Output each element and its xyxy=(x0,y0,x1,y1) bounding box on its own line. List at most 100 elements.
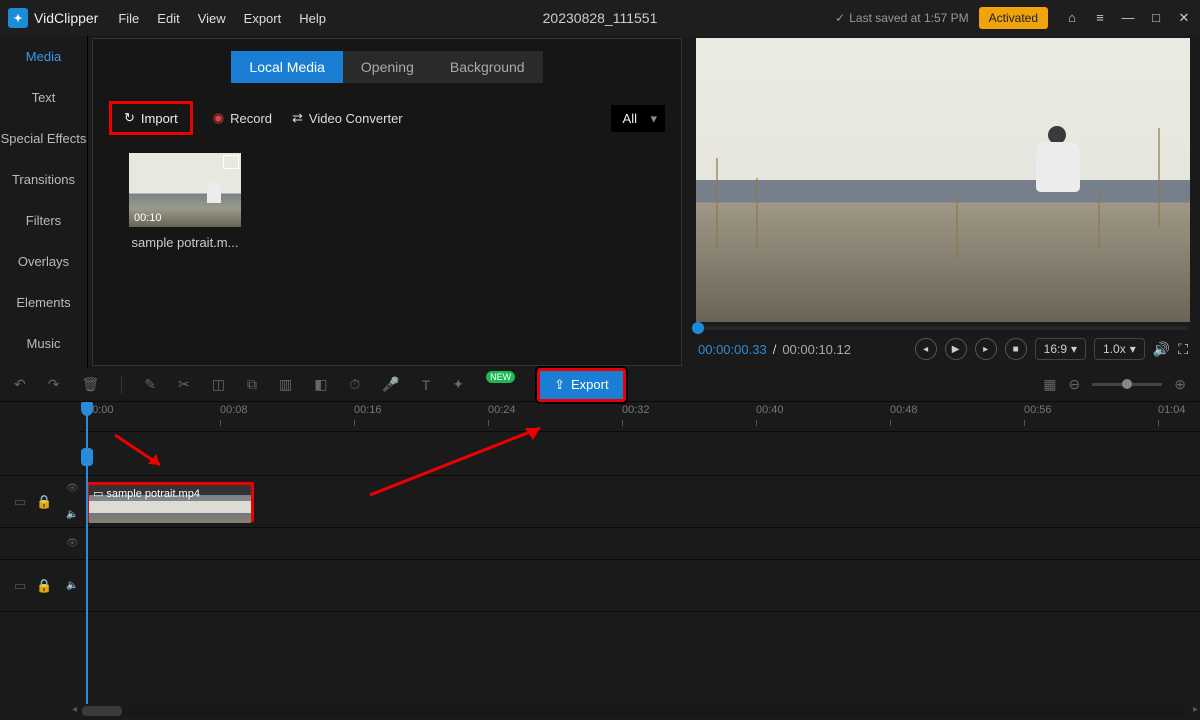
converter-button[interactable]: ⇄ Video Converter xyxy=(292,110,403,126)
speed-icon[interactable]: ⏱ xyxy=(349,376,360,393)
timeline-area: ↶ ↷ 🗑 ✎ ✂ ◫ ⧉ ▥ ◧ ⏱ 🎤 T ✦ NEW ⇪ Export ▦… xyxy=(0,368,1200,692)
sidebar-item-effects[interactable]: Special Effects xyxy=(0,118,87,159)
ruler-tick: 00:40 xyxy=(756,404,784,416)
layers-icon[interactable]: ▥ xyxy=(279,376,292,393)
clip-filename: sample potrait.mp4 xyxy=(106,488,200,500)
sidebar-item-filters[interactable]: Filters xyxy=(0,200,87,241)
snapshot-icon[interactable]: ▦ xyxy=(1043,376,1056,393)
menu-help[interactable]: Help xyxy=(299,11,326,26)
horizontal-scrollbar[interactable] xyxy=(82,706,1188,716)
copy-icon[interactable]: ⧉ xyxy=(247,376,257,393)
sidebar-item-elements[interactable]: Elements xyxy=(0,282,87,323)
timeline-clip[interactable]: ▭sample potrait.mp4 xyxy=(86,482,254,522)
new-badge: NEW xyxy=(486,371,515,383)
record-icon: ◉ xyxy=(213,110,224,126)
track-spacer-2: 👁 xyxy=(0,528,1200,560)
media-filename: sample potrait.m... xyxy=(129,235,241,250)
menu-export[interactable]: Export xyxy=(244,11,282,26)
project-title: 20230828_111551 xyxy=(543,10,658,26)
timeline-toolbar: ↶ ↷ 🗑 ✎ ✂ ◫ ⧉ ▥ ◧ ⏱ 🎤 T ✦ NEW ⇪ Export ▦… xyxy=(0,368,1200,402)
media-thumbnail: 00:10 xyxy=(129,153,241,227)
tab-opening[interactable]: Opening xyxy=(343,51,432,83)
import-button[interactable]: ↻ Import xyxy=(109,101,193,135)
tab-background[interactable]: Background xyxy=(432,51,543,83)
visibility-icon[interactable]: 👁 xyxy=(66,538,79,549)
zoom-out-icon[interactable]: ⊖ xyxy=(1069,376,1081,393)
sidebar-item-transitions[interactable]: Transitions xyxy=(0,159,87,200)
export-button[interactable]: ⇪ Export xyxy=(537,368,625,402)
timeline-ruler[interactable]: 00:00 00:08 00:16 00:24 00:32 00:40 00:4… xyxy=(80,402,1200,432)
mute-icon[interactable]: 🔈 xyxy=(66,509,79,520)
edit-icon[interactable]: ✎ xyxy=(144,376,156,393)
redo-icon[interactable]: ↷ xyxy=(48,376,60,393)
time-current: 00:00:00.33 xyxy=(698,342,767,357)
playhead-handle[interactable] xyxy=(81,448,93,466)
titlebar: ✦ VidClipper File Edit View Export Help … xyxy=(0,0,1200,36)
lock-icon[interactable]: 🔒 xyxy=(36,578,52,594)
media-tabs: Local Media Opening Background xyxy=(109,51,665,83)
zoom-in-icon[interactable]: ⊕ xyxy=(1174,376,1186,393)
sidebar-item-overlays[interactable]: Overlays xyxy=(0,241,87,282)
export-label: Export xyxy=(571,377,609,392)
preview-scrubber[interactable] xyxy=(698,326,1188,330)
crop-icon[interactable]: ◫ xyxy=(212,376,225,393)
volume-icon[interactable]: 🔊 xyxy=(1153,341,1170,358)
sidebar-item-media[interactable]: Media xyxy=(0,36,87,77)
converter-label: Video Converter xyxy=(309,111,403,126)
sidebar-item-music[interactable]: Music xyxy=(0,323,87,364)
maximize-icon[interactable]: □ xyxy=(1148,10,1164,26)
mic-icon[interactable]: 🎤 xyxy=(382,376,399,393)
home-icon[interactable]: ⌂ xyxy=(1064,10,1080,26)
zoom-slider[interactable] xyxy=(1092,383,1162,386)
split-icon[interactable]: ✂ xyxy=(178,376,190,393)
media-filter-dropdown[interactable]: All xyxy=(611,105,665,132)
hamburger-icon[interactable]: ≡ xyxy=(1092,10,1108,26)
preview-viewport[interactable] xyxy=(696,38,1190,322)
visibility-icon[interactable]: 👁 xyxy=(66,483,79,494)
video-track-icon: ▭ xyxy=(14,494,26,510)
left-sidebar: Media Text Special Effects Transitions F… xyxy=(0,36,88,368)
clip-icon: ▭ xyxy=(93,487,103,500)
record-button[interactable]: ◉ Record xyxy=(213,110,272,126)
play-button[interactable]: ▶ xyxy=(945,338,967,360)
sidebar-item-text[interactable]: Text xyxy=(0,77,87,118)
minimize-icon[interactable]: — xyxy=(1120,10,1136,26)
converter-icon: ⇄ xyxy=(292,110,303,126)
app-name: VidClipper xyxy=(34,10,98,26)
empty-track-area xyxy=(0,612,1200,692)
time-total: 00:00:10.12 xyxy=(782,342,851,357)
next-frame-button[interactable]: ▸ xyxy=(975,338,997,360)
ruler-tick: 00:56 xyxy=(1024,404,1052,416)
preview-panel: 00:00:00.33 / 00:00:10.12 ◂ ▶ ▸ ■ 16:9▾ … xyxy=(686,36,1200,368)
media-item[interactable]: 00:10 sample potrait.m... xyxy=(129,153,241,250)
ruler-tick: 01:04 xyxy=(1158,404,1186,416)
audio-track[interactable]: ▭ 🔒 🔈 xyxy=(0,560,1200,612)
close-icon[interactable]: ✕ xyxy=(1176,10,1192,26)
stop-button[interactable]: ■ xyxy=(1005,338,1027,360)
menu-view[interactable]: View xyxy=(198,11,226,26)
fullscreen-icon[interactable]: ⛶ xyxy=(1178,341,1188,358)
effect-icon[interactable]: ✦ xyxy=(452,376,464,393)
activated-badge[interactable]: Activated xyxy=(979,7,1048,29)
audio-track-icon: ▭ xyxy=(14,578,26,594)
track-spacer xyxy=(0,432,1200,476)
import-icon: ↻ xyxy=(124,110,135,126)
mute-icon[interactable]: 🔈 xyxy=(66,580,78,591)
text-tool-icon[interactable]: T xyxy=(422,377,431,393)
app-logo: ✦ xyxy=(8,8,28,28)
adjust-icon[interactable]: ◧ xyxy=(314,376,327,393)
export-icon: ⇪ xyxy=(554,377,565,393)
menu-file[interactable]: File xyxy=(118,11,139,26)
delete-icon[interactable]: 🗑 xyxy=(81,376,99,393)
tab-local-media[interactable]: Local Media xyxy=(231,51,343,83)
undo-icon[interactable]: ↶ xyxy=(14,376,26,393)
ruler-tick: 00:48 xyxy=(890,404,918,416)
prev-frame-button[interactable]: ◂ xyxy=(915,338,937,360)
video-track[interactable]: ▭ 🔒 👁🔈 ▭sample potrait.mp4 xyxy=(0,476,1200,528)
menu-edit[interactable]: Edit xyxy=(157,11,179,26)
aspect-ratio-dropdown[interactable]: 16:9▾ xyxy=(1035,338,1086,360)
playback-speed-dropdown[interactable]: 1.0x▾ xyxy=(1094,338,1145,360)
lock-icon[interactable]: 🔒 xyxy=(36,494,52,510)
ruler-tick: 00:24 xyxy=(488,404,516,416)
import-label: Import xyxy=(141,111,178,126)
